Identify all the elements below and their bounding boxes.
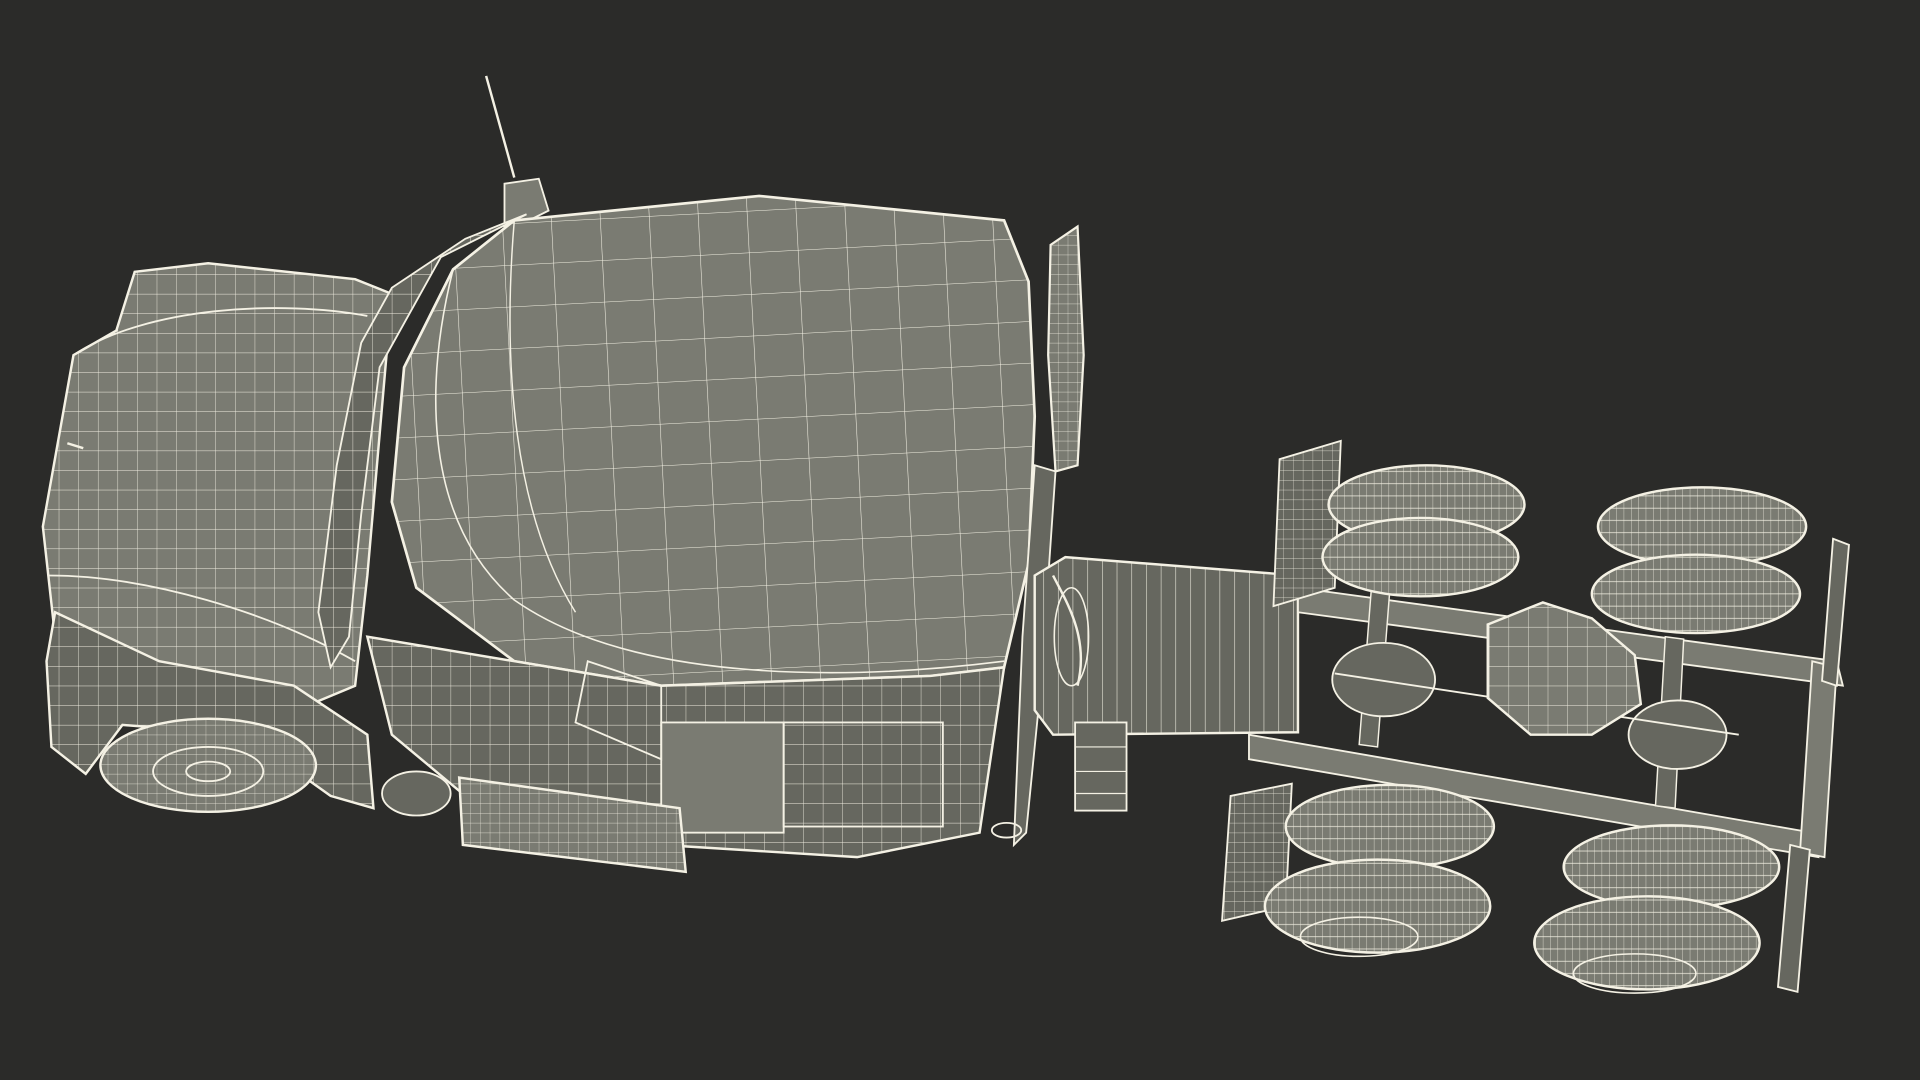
render-viewport (0, 0, 1920, 1080)
fifth-wheel (1486, 601, 1643, 736)
rear-tire-7 (1562, 824, 1781, 910)
rear-tire-4 (1590, 553, 1802, 635)
rear-tire-6 (1263, 858, 1492, 958)
truck-wireframe-render (41, 75, 1850, 994)
rear-tire-2 (1321, 516, 1520, 598)
chassis-deck (1033, 555, 1300, 812)
antenna (484, 75, 516, 178)
rear-tire-8 (1533, 895, 1761, 994)
rear-tire-5 (1284, 783, 1496, 870)
fuel-tank (381, 770, 452, 817)
front-wheel (99, 717, 318, 814)
cab-roof (390, 194, 1037, 688)
